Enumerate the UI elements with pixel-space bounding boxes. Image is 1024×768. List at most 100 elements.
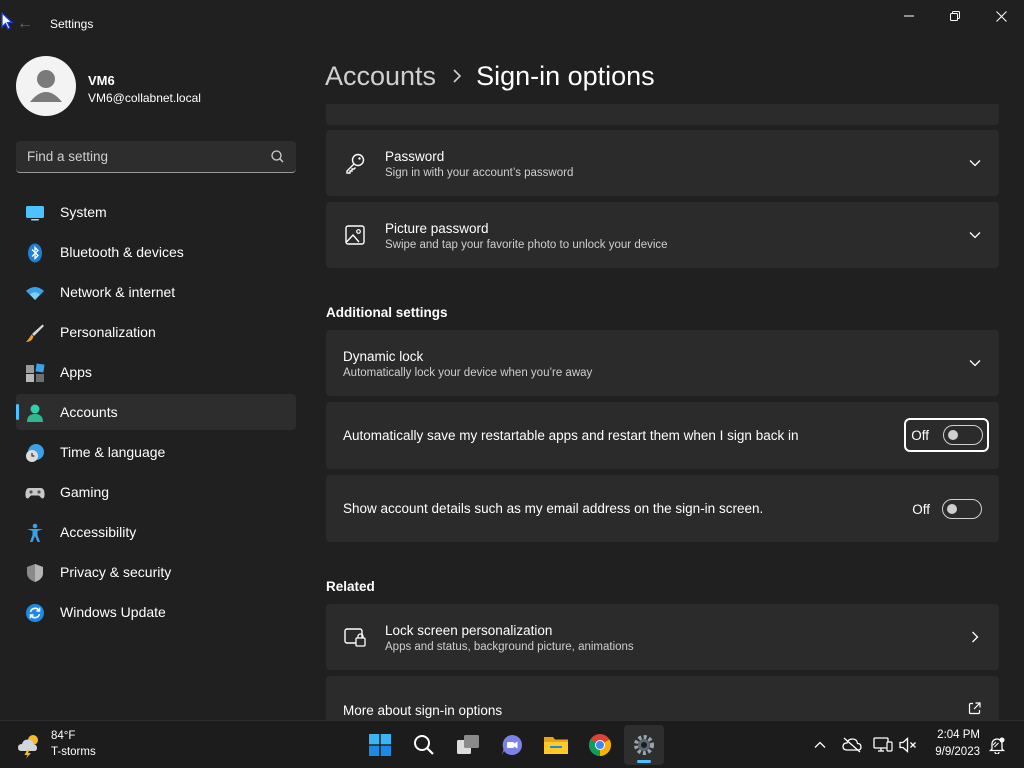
external-link-icon[interactable] [968,702,981,715]
chevron-down-icon[interactable] [969,229,981,241]
taskbar-search-button[interactable] [404,725,444,765]
chrome-icon [589,734,611,756]
mouse-cursor-icon [1,12,13,30]
sidebar-item-network[interactable]: Network & internet [16,274,296,310]
sidebar-item-accessibility[interactable]: Accessibility [16,514,296,550]
volume-muted-icon [899,737,916,753]
restart-apps-toggle-focus[interactable]: Off [904,418,989,452]
gamepad-icon [25,488,45,499]
show-hidden-icons-button[interactable] [810,735,830,755]
thunderstorm-icon[interactable] [16,731,44,759]
lock-screen-card[interactable]: Lock screen personalization Apps and sta… [326,604,999,670]
sidebar-item-label: Gaming [60,484,110,500]
sidebar-item-accounts[interactable]: Accounts [16,394,296,430]
start-button[interactable] [360,725,400,765]
password-card[interactable]: Password Sign in with your account’s pas… [326,130,999,196]
sidebar-item-gaming[interactable]: Gaming [16,474,296,510]
weather-description: T-storms [51,746,96,758]
sidebar-item-label: Network & internet [60,284,176,300]
lock-screen-title: Lock screen personalization [385,623,553,638]
chevron-down-icon[interactable] [969,157,981,169]
wifi-icon [26,287,44,300]
search-icon[interactable] [270,149,286,165]
password-title: Password [385,149,445,164]
picture-password-subtitle: Swipe and tap your favorite photo to unl… [385,239,668,251]
back-arrow-icon[interactable]: ← [14,12,36,36]
minimize-button[interactable] [886,0,932,32]
teams-chat-icon [502,735,522,755]
account-details-toggle-wrap[interactable]: Off [912,497,982,521]
bluetooth-icon [28,243,42,263]
sidebar-nav: System Bluetooth & devices Network & int… [16,194,296,634]
lock-screen-subtitle: Apps and status, background picture, ani… [385,641,634,653]
dynamic-lock-card[interactable]: Dynamic lock Automatically lock your dev… [326,330,999,396]
onedrive-tray-button[interactable] [842,735,862,755]
volume-tray-button[interactable] [898,735,918,755]
account-details-card: Show account details such as my email ad… [326,475,999,542]
sidebar-item-apps[interactable]: Apps [16,354,296,390]
account-details-toggle[interactable] [942,499,982,519]
page-title: Sign-in options [476,60,655,91]
related-heading: Related [326,579,375,594]
chrome-button[interactable] [580,725,620,765]
toggle-knob [947,504,957,514]
sidebar-item-label: Apps [60,364,92,380]
settings-icon [634,735,654,755]
file-explorer-button[interactable] [536,725,576,765]
search-icon [414,735,434,755]
apps-icon [26,363,45,382]
restart-apps-state: Off [911,427,929,443]
accounts-icon [27,404,43,422]
more-about-card[interactable]: More about sign-in options [326,676,999,720]
close-icon [995,10,1007,22]
restart-apps-label: Automatically save my restartable apps a… [343,428,799,443]
network-tray-button[interactable] [873,735,893,755]
close-button[interactable] [978,0,1024,32]
search-input[interactable] [16,141,256,172]
task-view-button[interactable] [448,725,488,765]
shield-icon [27,564,43,582]
sidebar-item-label: Bluetooth & devices [60,244,184,260]
sidebar-item-privacy-security[interactable]: Privacy & security [16,554,296,590]
sidebar-item-system[interactable]: System [16,194,296,230]
minimize-icon [904,15,914,17]
clock-time[interactable]: 2:04 PM [937,729,980,741]
notifications-button[interactable] [987,735,1007,755]
sidebar-item-label: Privacy & security [60,564,172,580]
cloud-offline-icon [842,737,862,753]
key-icon [346,153,365,174]
toggle-knob [948,430,958,440]
account-details-state: Off [912,501,930,517]
picture-icon [345,225,365,245]
restart-apps-toggle[interactable] [943,425,983,445]
sidebar-item-label: System [60,204,107,220]
teams-chat-button[interactable] [492,725,532,765]
picture-password-title: Picture password [385,221,489,236]
avatar [16,56,76,116]
user-silhouette-icon [30,70,62,102]
chevron-right-icon[interactable] [969,631,981,643]
restart-apps-card: Automatically save my restartable apps a… [326,402,999,469]
user-email: VM6@collabnet.local [88,91,201,105]
sidebar-item-time-language[interactable]: Time & language [16,434,296,470]
clock-date[interactable]: 9/9/2023 [935,746,980,758]
sidebar-item-bluetooth[interactable]: Bluetooth & devices [16,234,296,270]
taskbar: 84°F T-storms 2:04 PM 9/9/2023 [0,720,1024,768]
search-box[interactable] [16,141,296,173]
dynamic-lock-subtitle: Automatically lock your device when you’… [343,367,593,379]
more-about-title: More about sign-in options [343,703,503,718]
chevron-down-icon[interactable] [969,357,981,369]
title-bar: ← Settings [0,0,1024,48]
sidebar-item-personalization[interactable]: Personalization [16,314,296,350]
restore-button[interactable] [932,0,978,32]
sign-in-method-card-clipped[interactable] [326,104,999,125]
lock-screen-icon [344,628,366,647]
sidebar-item-label: Time & language [60,444,166,460]
user-name: VM6 [88,73,115,88]
breadcrumb-parent[interactable]: Accounts [325,61,436,92]
picture-password-card[interactable]: Picture password Swipe and tap your favo… [326,202,999,268]
sidebar-item-windows-update[interactable]: Windows Update [16,594,296,630]
accessibility-icon [27,523,43,542]
settings-taskbar-button[interactable] [624,725,664,765]
sidebar-item-label: Personalization [60,324,156,340]
